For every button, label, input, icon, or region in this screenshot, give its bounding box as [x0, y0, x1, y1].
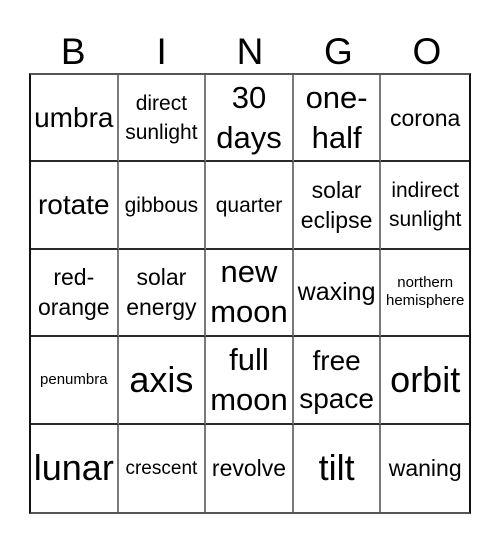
cell-text: free space — [299, 344, 374, 414]
bingo-cell[interactable]: crescent — [119, 424, 207, 512]
cell-text: rotate — [37, 189, 110, 221]
cell-text: penumbra — [40, 370, 108, 388]
bingo-cell[interactable]: one- half — [293, 75, 382, 163]
bingo-cell[interactable]: direct sunlight — [118, 75, 207, 163]
cell-text: orbit — [390, 358, 461, 400]
bingo-cell[interactable]: solar eclipse — [293, 162, 382, 250]
header-letter-g: G — [324, 31, 353, 72]
cell-text: solar energy — [126, 264, 197, 321]
cell-text: tilt — [318, 447, 355, 489]
bingo-grid: umbra direct sunlight 30 days one- half … — [29, 73, 471, 514]
cell-text: northern hemisphere — [385, 274, 465, 310]
cell-text: gibbous — [124, 193, 199, 217]
cell-text: full moon — [210, 341, 288, 417]
bingo-header: B I N G O — [29, 28, 471, 72]
cell-text: solar eclipse — [300, 177, 373, 234]
header-letter-n: N — [236, 31, 264, 72]
cell-text: axis — [129, 358, 194, 400]
cell-text: one- half — [305, 79, 368, 155]
cell-text: waning — [388, 455, 462, 482]
bingo-cell[interactable]: axis — [118, 337, 207, 425]
cell-text: 30 days — [216, 79, 282, 155]
bingo-cell[interactable]: 30 days — [206, 75, 294, 163]
cell-text: corona — [390, 104, 461, 131]
bingo-cell[interactable]: quarter — [206, 162, 294, 250]
cell-text: direct sunlight — [125, 91, 198, 144]
cell-text: waxing — [297, 278, 376, 307]
cell-text: crescent — [125, 457, 198, 479]
bingo-cell[interactable]: waxing — [293, 249, 382, 338]
cell-text: revolve — [211, 455, 287, 482]
bingo-cell[interactable]: new moon — [206, 249, 294, 338]
bingo-cell[interactable]: tilt — [294, 424, 382, 512]
bingo-cell[interactable]: revolve — [206, 424, 294, 512]
bingo-cell[interactable]: corona — [381, 75, 469, 163]
cell-text: umbra — [34, 101, 114, 133]
bingo-cell[interactable]: orbit — [381, 337, 469, 425]
header-letter-i: I — [156, 31, 167, 72]
bingo-cell[interactable]: lunar — [31, 424, 119, 512]
bingo-cell[interactable]: umbra — [31, 75, 119, 163]
bingo-cell[interactable]: waning — [381, 425, 469, 512]
cell-text: quarter — [215, 193, 283, 217]
cell-text: lunar — [33, 447, 114, 489]
header-letter-b: B — [60, 31, 86, 72]
bingo-cell[interactable]: free space — [293, 337, 382, 425]
bingo-cell[interactable]: red- orange — [31, 249, 119, 338]
header-letter-o: O — [412, 31, 442, 72]
bingo-cell[interactable]: indirect sunlight — [381, 162, 469, 250]
cell-text: new moon — [210, 254, 288, 330]
bingo-cell[interactable]: gibbous — [118, 162, 207, 250]
bingo-cell[interactable]: full moon — [206, 337, 294, 425]
bingo-cell[interactable]: rotate — [31, 162, 119, 250]
bingo-cell[interactable]: northern hemisphere — [381, 250, 469, 338]
cell-text: indirect sunlight — [388, 179, 462, 232]
bingo-cell[interactable]: solar energy — [118, 249, 207, 338]
bingo-cell[interactable]: penumbra — [31, 337, 119, 425]
cell-text: red- orange — [37, 264, 110, 321]
